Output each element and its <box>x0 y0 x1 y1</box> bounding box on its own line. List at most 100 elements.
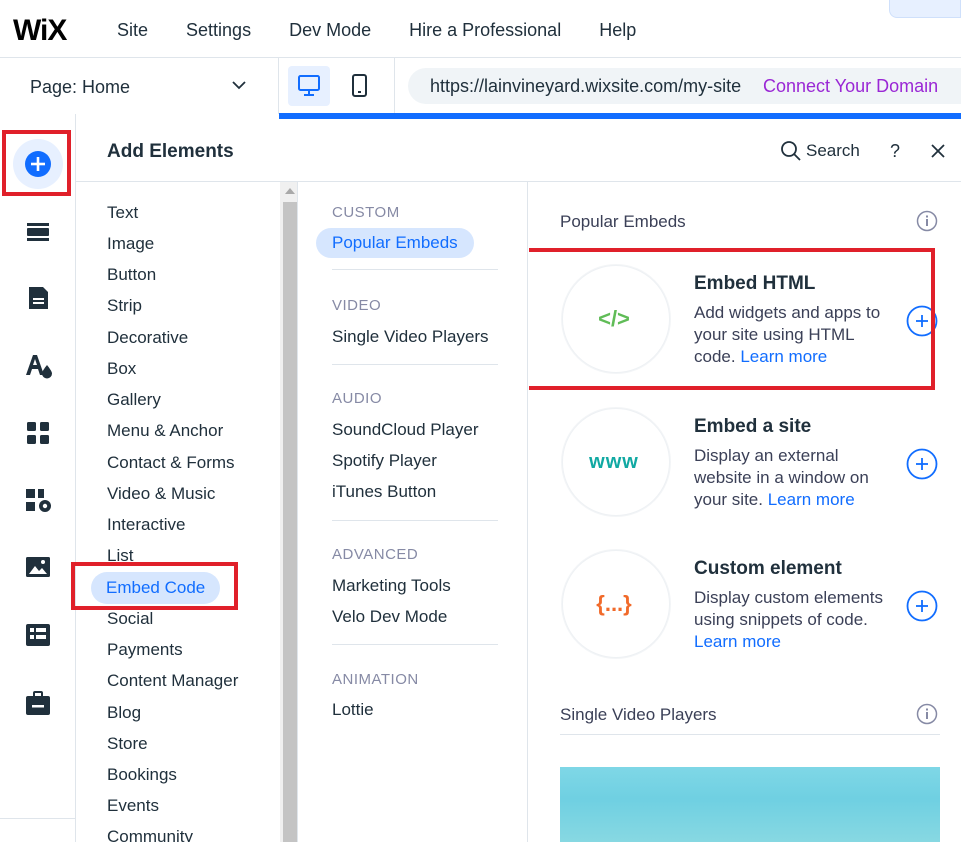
editor-toolbar: Page: Home https://lainvineyard.wixsite.… <box>0 58 961 114</box>
wix-logo[interactable]: WiX <box>13 14 67 48</box>
mobile-icon <box>352 74 367 97</box>
subcategory-item[interactable]: Velo Dev Mode <box>332 607 447 627</box>
add-plus-icon[interactable] <box>906 590 938 622</box>
mobile-view-button[interactable] <box>339 66 381 106</box>
my-business-button[interactable] <box>18 684 58 724</box>
www-icon: www <box>589 450 639 473</box>
category-item[interactable]: Events <box>107 796 159 816</box>
category-item[interactable]: Video & Music <box>107 484 215 504</box>
category-item[interactable]: Payments <box>107 640 183 660</box>
panel-search-button[interactable]: Search <box>780 139 870 163</box>
design-button[interactable] <box>18 345 58 385</box>
apps-grid-icon <box>27 422 49 444</box>
connect-domain-link[interactable]: Connect Your Domain <box>763 76 938 97</box>
table-icon <box>26 624 50 646</box>
site-url: https://lainvineyard.wixsite.com/my-site <box>430 76 742 96</box>
subcategory-divider <box>332 520 498 521</box>
page-selector[interactable]: Page: Home <box>0 58 279 114</box>
upgrade-tab[interactable] <box>889 0 961 18</box>
subcategory-divider <box>332 364 498 365</box>
search-icon <box>781 141 801 161</box>
pages-button[interactable] <box>18 278 58 318</box>
apps-button[interactable] <box>18 413 58 453</box>
card-description: Display an external website in a window … <box>694 445 899 511</box>
puzzle-gear-icon <box>26 489 51 512</box>
card-description-text: Display custom elements using snippets o… <box>694 588 883 629</box>
desktop-icon <box>298 75 320 96</box>
subcategory-item[interactable]: SoundCloud Player <box>332 420 478 440</box>
info-icon[interactable] <box>916 210 938 232</box>
design-icon <box>26 355 52 379</box>
category-item[interactable]: Button <box>107 265 156 285</box>
close-icon[interactable] <box>928 141 948 161</box>
category-item[interactable]: Community <box>107 827 193 842</box>
add-elements-panel: Add Elements Search ? Text Image Button … <box>71 119 961 842</box>
subcategory-item[interactable]: Spotify Player <box>332 451 437 471</box>
add-plus-icon[interactable] <box>906 448 938 480</box>
category-item[interactable]: Menu & Anchor <box>107 421 223 441</box>
scrollbar-thumb[interactable] <box>283 202 297 842</box>
page-selector-label: Page: Home <box>30 77 131 97</box>
subcategory-header: VIDEO <box>332 297 382 314</box>
panel-header: Add Elements Search ? <box>76 119 961 182</box>
subcategory-item[interactable]: Marketing Tools <box>332 576 451 596</box>
menu-site[interactable]: Site <box>117 20 148 41</box>
site-url-bar[interactable]: https://lainvineyard.wixsite.com/my-site… <box>408 68 961 104</box>
sections-button[interactable] <box>18 211 58 251</box>
category-item[interactable]: Bookings <box>107 765 177 785</box>
embed-site-card[interactable]: www Embed a site Display an external web… <box>560 408 940 522</box>
desktop-view-button[interactable] <box>288 66 330 106</box>
category-scrollbar[interactable] <box>280 182 298 842</box>
subcategory-item[interactable]: Single Video Players <box>332 327 489 347</box>
category-item[interactable]: Social <box>107 609 153 629</box>
top-menu: Site Settings Dev Mode Hire a Profession… <box>117 20 674 41</box>
search-label: Search <box>806 141 860 160</box>
category-item[interactable]: Text <box>107 203 138 223</box>
subcategory-list: CUSTOM Popular Embeds VIDEO Single Video… <box>300 182 528 842</box>
category-item[interactable]: Blog <box>107 703 141 723</box>
section-divider <box>560 734 940 735</box>
elements-content: Popular Embeds </> Embed HTML Add widget… <box>529 182 961 842</box>
menu-settings[interactable]: Settings <box>186 20 251 41</box>
image-icon <box>26 557 50 577</box>
highlight-embed-html <box>529 248 935 390</box>
rail-divider <box>0 818 76 819</box>
category-item[interactable]: Store <box>107 734 148 754</box>
scroll-up-arrow[interactable] <box>285 188 295 194</box>
category-item[interactable]: Strip <box>107 296 142 316</box>
subcategory-item[interactable]: iTunes Button <box>332 482 436 502</box>
braces-icon: {...} <box>596 591 632 616</box>
learn-more-link[interactable]: Learn more <box>768 490 855 509</box>
category-item[interactable]: Interactive <box>107 515 185 535</box>
category-item[interactable]: Image <box>107 234 154 254</box>
page-icon <box>29 287 48 309</box>
custom-element-card[interactable]: {...} Custom element Display custom elem… <box>560 550 940 664</box>
left-rail <box>0 114 76 842</box>
category-item[interactable]: Box <box>107 359 136 379</box>
category-list: Text Image Button Strip Decorative Box G… <box>76 182 280 842</box>
subcategory-item[interactable]: Lottie <box>332 700 374 720</box>
subcategory-divider <box>332 269 498 270</box>
learn-more-link[interactable]: Learn more <box>694 632 781 651</box>
video-player-thumbnail[interactable] <box>560 767 940 842</box>
category-item[interactable]: Gallery <box>107 390 161 410</box>
subcategory-popular-embeds[interactable]: Popular Embeds <box>316 228 474 258</box>
highlight-embed-code <box>71 562 238 610</box>
section-title-single-video: Single Video Players <box>560 705 717 724</box>
sections-icon <box>27 223 49 241</box>
business-apps-button[interactable] <box>18 480 58 520</box>
menu-help[interactable]: Help <box>599 20 636 41</box>
info-icon[interactable] <box>916 703 938 725</box>
menu-dev-mode[interactable]: Dev Mode <box>289 20 371 41</box>
card-description: Display custom elements using snippets o… <box>694 587 899 653</box>
help-button[interactable]: ? <box>890 141 900 162</box>
media-button[interactable] <box>18 547 58 587</box>
cms-button[interactable] <box>18 615 58 655</box>
panel-title: Add Elements <box>107 141 234 162</box>
category-item[interactable]: Content Manager <box>107 671 238 691</box>
category-item[interactable]: Decorative <box>107 328 188 348</box>
category-item[interactable]: Contact & Forms <box>107 453 235 473</box>
highlight-add-button <box>2 130 71 196</box>
menu-hire-professional[interactable]: Hire a Professional <box>409 20 561 41</box>
top-menu-bar: WiX Site Settings Dev Mode Hire a Profes… <box>0 0 961 58</box>
